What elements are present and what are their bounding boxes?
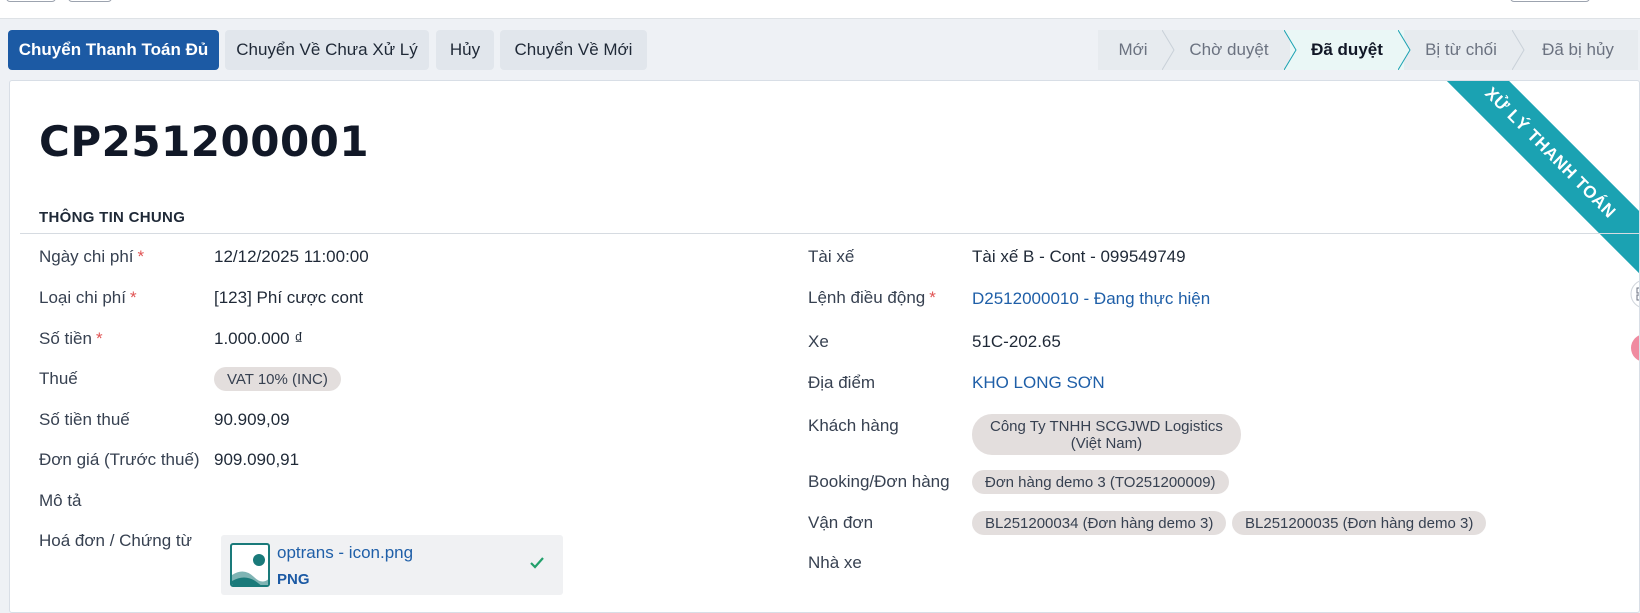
form-sheet: Xử lý thanh toán CP251200001 THÔNG TIN C… bbox=[9, 80, 1640, 613]
section-divider bbox=[20, 233, 1639, 234]
header-button-stub[interactable] bbox=[1510, 0, 1590, 2]
chat-bubble-icon[interactable] bbox=[1629, 333, 1640, 363]
booking-tag[interactable]: Đơn hàng demo 3 (TO251200009) bbox=[972, 470, 1229, 494]
status-bar: Mới Chờ duyệt Đã duyệt Bị từ chối Đã bị … bbox=[1098, 30, 1638, 70]
to-new-button[interactable]: Chuyển Về Mới bbox=[500, 30, 647, 70]
field-value-tax-amount: 90.909,09 bbox=[214, 410, 290, 429]
field-value-unit-price: 909.090,91 bbox=[214, 450, 300, 469]
field-value-date[interactable]: 12/12/2025 11:00:00 bbox=[214, 247, 369, 267]
chevron-separator-icon bbox=[1512, 30, 1525, 70]
customer-name-line1: Công Ty TNHH SCGJWD Logistics bbox=[990, 417, 1223, 435]
field-label-tax-amount: Số tiền thuế bbox=[39, 410, 130, 429]
field-value-location[interactable]: KHO LONG SƠN bbox=[972, 373, 1105, 393]
stage-new[interactable]: Mới bbox=[1098, 30, 1168, 70]
field-value-amount[interactable]: 1.000.000 ₫ bbox=[214, 329, 303, 349]
check-icon bbox=[530, 557, 544, 569]
attachment-name[interactable]: optrans - icon.png bbox=[277, 543, 413, 563]
image-file-icon bbox=[230, 543, 270, 587]
stage-approved[interactable]: Đã duyệt bbox=[1290, 30, 1404, 70]
stage-pending[interactable]: Chờ duyệt bbox=[1168, 30, 1290, 70]
status-ribbon: Xử lý thanh toán bbox=[1417, 81, 1639, 286]
field-label-description: Mô tả bbox=[39, 491, 82, 510]
field-label-driver: Tài xế bbox=[808, 247, 855, 266]
field-label-type: Loại chi phí * bbox=[39, 288, 137, 307]
field-label-location: Địa điểm bbox=[808, 373, 876, 392]
chevron-separator-icon bbox=[1162, 30, 1175, 70]
field-label-booking: Booking/Đơn hàng bbox=[808, 472, 950, 491]
field-label-date: Ngày chi phí * bbox=[39, 247, 145, 266]
tax-tag[interactable]: VAT 10% (INC) bbox=[214, 367, 341, 391]
to-unprocessed-button[interactable]: Chuyển Về Chưa Xử Lý bbox=[225, 30, 429, 70]
cancel-button[interactable]: Hủy bbox=[436, 30, 494, 70]
field-label-tax: Thuế bbox=[39, 369, 78, 388]
field-value-dispatch[interactable]: D2512000010 - Đang thực hiện bbox=[972, 289, 1210, 309]
field-label-customer: Khách hàng bbox=[808, 416, 899, 435]
chevron-separator-icon bbox=[1284, 30, 1298, 70]
stage-rejected[interactable]: Bị từ chối bbox=[1404, 30, 1518, 70]
bill-of-lading-tag[interactable]: BL251200035 (Đơn hàng demo 3) bbox=[1232, 511, 1487, 535]
customer-tag[interactable]: Công Ty TNHH SCGJWD Logistics (Việt Nam) bbox=[972, 414, 1241, 455]
customer-name-line2: (Việt Nam) bbox=[1070, 434, 1143, 452]
control-panel: Chuyển Thanh Toán Đủ Chuyển Về Chưa Xử L… bbox=[0, 19, 1640, 79]
record-title: CP251200001 bbox=[39, 117, 370, 166]
top-header-strip bbox=[0, 0, 1640, 19]
section-title: THÔNG TIN CHUNG bbox=[39, 209, 186, 226]
field-value-type[interactable]: [123] Phí cược cont bbox=[214, 288, 363, 308]
chevron-separator-icon bbox=[1398, 30, 1411, 70]
header-button-stub[interactable] bbox=[6, 0, 56, 2]
pay-full-button[interactable]: Chuyển Thanh Toán Đủ bbox=[8, 30, 219, 70]
grid-icon[interactable] bbox=[1629, 279, 1640, 309]
field-label-invoice: Hoá đơn / Chứng từ bbox=[39, 531, 192, 550]
attachment-card[interactable]: optrans - icon.png PNG bbox=[221, 535, 563, 595]
field-label-unit-price: Đơn giá (Trước thuế) bbox=[39, 450, 200, 469]
attachment-type: PNG bbox=[277, 571, 310, 588]
field-label-bill-of-lading: Vận đơn bbox=[808, 513, 874, 532]
field-label-dispatch: Lệnh điều động * bbox=[808, 288, 936, 307]
stage-cancelled[interactable]: Đã bị hủy bbox=[1518, 30, 1638, 70]
field-value-vehicle[interactable]: 51C-202.65 bbox=[972, 332, 1061, 352]
field-label-amount: Số tiền * bbox=[39, 329, 103, 348]
header-button-stub[interactable] bbox=[68, 0, 112, 2]
field-value-driver[interactable]: Tài xế B - Cont - 099549749 bbox=[972, 247, 1186, 267]
bill-of-lading-tag[interactable]: BL251200034 (Đơn hàng demo 3) bbox=[972, 511, 1227, 535]
field-label-carrier: Nhà xe bbox=[808, 553, 862, 572]
field-label-vehicle: Xe bbox=[808, 332, 829, 351]
